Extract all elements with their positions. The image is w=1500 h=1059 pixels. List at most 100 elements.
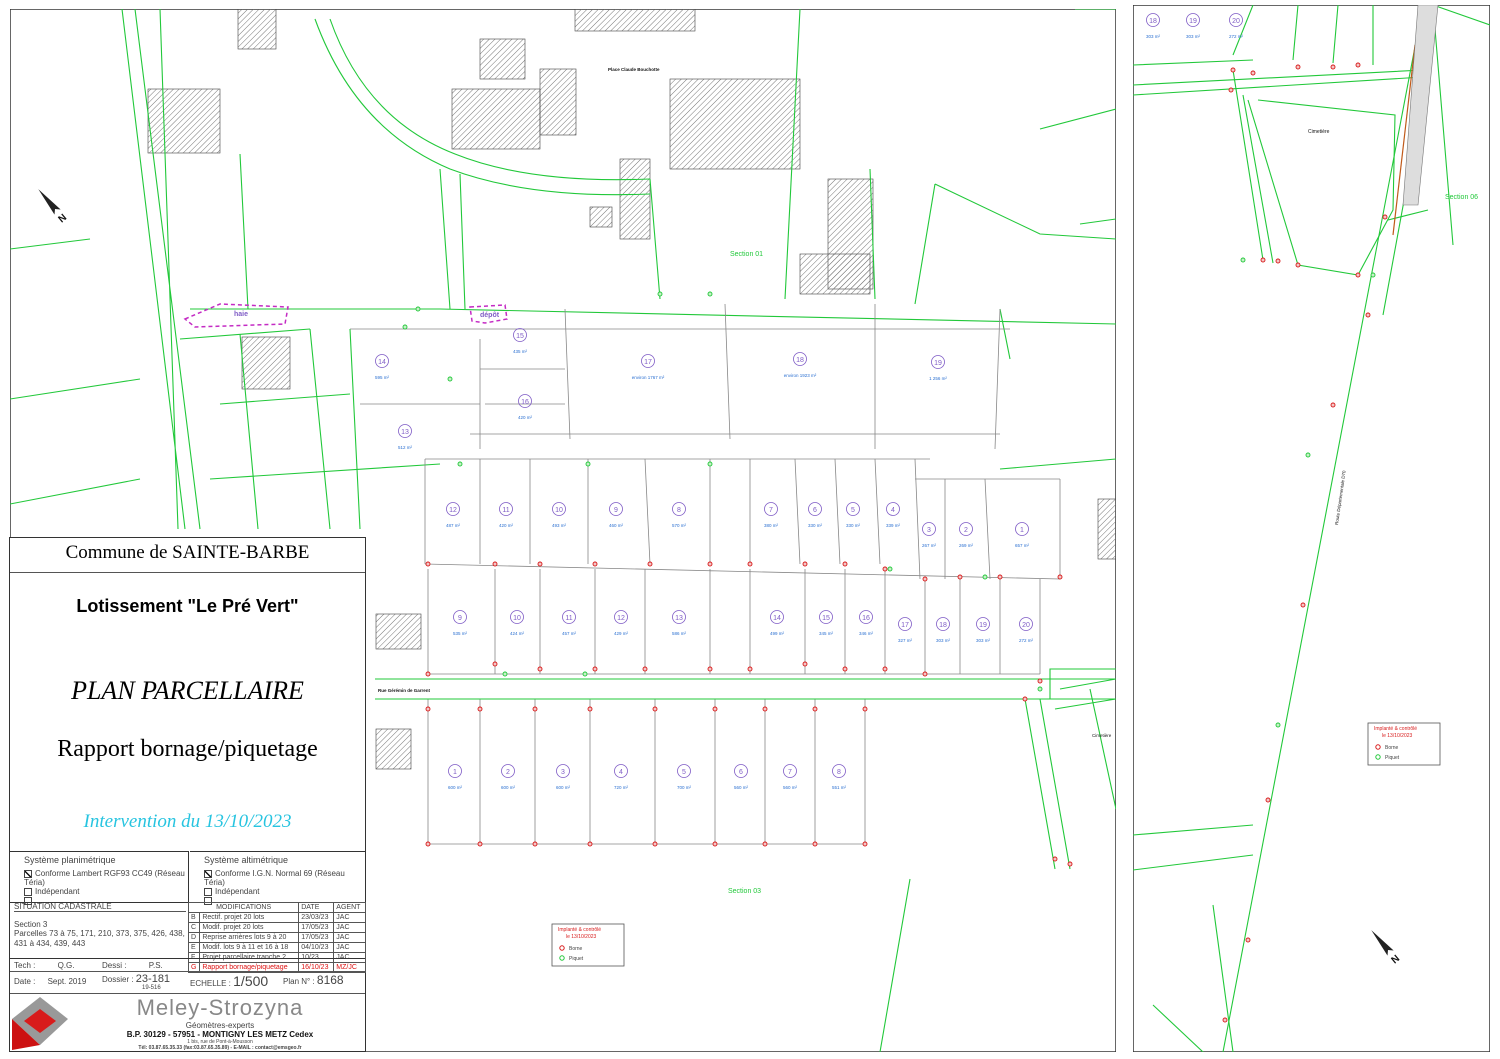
echelle-value: 1/500 <box>233 973 269 989</box>
mods-agent-header: AGENT <box>333 902 366 913</box>
borne-marker <box>1052 856 1058 862</box>
borne-marker <box>477 841 483 847</box>
borne-marker <box>587 841 593 847</box>
side-lot-number: 20 <box>1232 18 1240 25</box>
firm-block: Meley-Strozyna Géomètres-experts B.P. 30… <box>80 995 360 1051</box>
lot-row3-number: 8 <box>837 769 841 776</box>
piquet-marker <box>707 461 713 467</box>
lot-row3-area: 560 m² <box>783 785 798 790</box>
lot-row3-area: 600 m² <box>501 785 516 790</box>
mods-cell: E <box>187 942 201 953</box>
tech-field: Tech : Q.G. <box>14 961 74 970</box>
sys-plani-opt-1: Conforme Lambert RGF93 CC49 (Réseau Téri… <box>24 869 188 887</box>
side-lot-number: 19 <box>1189 18 1197 25</box>
borne-marker <box>1295 262 1301 268</box>
piquet-marker <box>657 291 663 297</box>
lot-row3-area: 551 m² <box>832 785 847 790</box>
lot-row1-number: 12 <box>449 507 457 514</box>
lot-row1-number: 7 <box>769 507 773 514</box>
borne-marker <box>1245 937 1251 943</box>
legend-piquet: Piquet <box>569 956 584 962</box>
lot-row2-number: 18 <box>939 622 947 629</box>
borne-marker <box>842 666 848 672</box>
lot-top-number: 17 <box>644 359 652 366</box>
lot-top-number: 18 <box>796 357 804 364</box>
lot-row1-number: 9 <box>614 507 618 514</box>
mods-date-header: DATE <box>298 902 335 913</box>
lot-row2-area: 424 m² <box>510 631 525 636</box>
lot-row2-number: 15 <box>822 615 830 622</box>
firm-subtitle: Géomètres-experts <box>185 1021 255 1030</box>
mods-cell: 17/05/23 <box>298 922 335 933</box>
borne-marker <box>862 841 868 847</box>
lot-row3-area: 700 m² <box>677 785 692 790</box>
borne-marker <box>1295 64 1301 70</box>
mods-cell: Rectif. projet 20 lots <box>199 912 300 923</box>
mods-cell: Modif. projet 20 lots <box>199 922 300 933</box>
lot-row2-number: 10 <box>513 615 521 622</box>
sys-plani-opt-1-label: Conforme Lambert RGF93 CC49 (Réseau Téri… <box>24 869 185 887</box>
lot-row2-area: 429 m² <box>614 631 629 636</box>
borne-marker <box>1265 797 1271 803</box>
borne-marker <box>882 666 888 672</box>
borne-marker <box>647 561 653 567</box>
borne-marker <box>1260 257 1266 263</box>
lot-top-area: 420 m² <box>518 415 533 420</box>
piquet-marker <box>402 324 408 330</box>
checked-checkbox-icon <box>204 869 212 878</box>
mods-header: MODIFICATIONS <box>187 902 300 913</box>
borne-marker <box>922 576 928 582</box>
borne-marker <box>812 841 818 847</box>
plan-title: PLAN PARCELLAIRE <box>71 676 304 705</box>
tech-value: Q.G. <box>57 961 75 970</box>
borne-marker <box>862 706 868 712</box>
section-text: Section 3 <box>14 920 48 929</box>
sys-alti-opt-2-label: Indépendant <box>215 887 260 896</box>
side-lot-number: 18 <box>1149 18 1157 25</box>
lot-row1-area: 570 m² <box>672 523 687 528</box>
side-legend-date: le 13/10/2023 <box>1382 733 1413 739</box>
lot-row1-number: 6 <box>813 507 817 514</box>
lot-row2-number: 14 <box>773 615 781 622</box>
side-legend-title: Implanté & contrôlé <box>1374 726 1417 732</box>
lot-top-area: 435 m² <box>513 349 528 354</box>
borne-marker <box>1330 64 1336 70</box>
checked-checkbox-icon <box>24 869 32 878</box>
legend-date: le 13/10/2023 <box>566 934 597 940</box>
lot-row2-number: 11 <box>565 615 572 622</box>
piquet-marker <box>502 671 508 677</box>
lot-row2-area: 272 m² <box>1019 638 1034 643</box>
lot-row3-area: 600 m² <box>448 785 463 790</box>
borne-marker <box>537 561 543 567</box>
label-cimetiere-main: Cimetière <box>1092 733 1112 738</box>
label-rue: Rue Gérémin de Garrent <box>378 688 431 693</box>
borne-marker <box>425 706 431 712</box>
borne-marker <box>652 706 658 712</box>
lot-row3-area: 720 m² <box>614 785 629 790</box>
date-label: Date : <box>14 977 36 986</box>
borne-marker <box>957 574 963 580</box>
borne-marker <box>1228 87 1234 93</box>
borne-marker <box>477 706 483 712</box>
lot-top-area: 1 256 m² <box>929 376 947 381</box>
lot-top-number: 14 <box>378 359 386 366</box>
borne-marker <box>1037 678 1043 684</box>
mods-row: C Modif. projet 20 lots 17/05/23 JAC <box>187 922 366 933</box>
lot-row3-number: 5 <box>682 769 686 776</box>
borne-marker <box>592 561 598 567</box>
title-block-footer: Tech : Q.G. Dessi : P.S. Date : Sept. 20… <box>10 958 365 1051</box>
borne-marker <box>707 666 713 672</box>
lot-row1-number: 4 <box>891 507 895 514</box>
lot-row2-number: 20 <box>1022 622 1030 629</box>
borne-marker <box>425 841 431 847</box>
borne-marker <box>922 671 928 677</box>
borne-marker <box>1365 312 1371 318</box>
piquet-marker <box>1305 452 1311 458</box>
label-depot: dépôt <box>480 312 500 319</box>
piquet-marker <box>1370 272 1376 278</box>
lot-row2-area: 535 m² <box>453 631 468 636</box>
sys-alti-opt-2: Indépendant <box>204 887 366 896</box>
lot-row1-number: 1 <box>1020 527 1024 534</box>
lot-top-area: 595 m² <box>375 375 390 380</box>
lot-row2-area: 499 m² <box>770 631 785 636</box>
